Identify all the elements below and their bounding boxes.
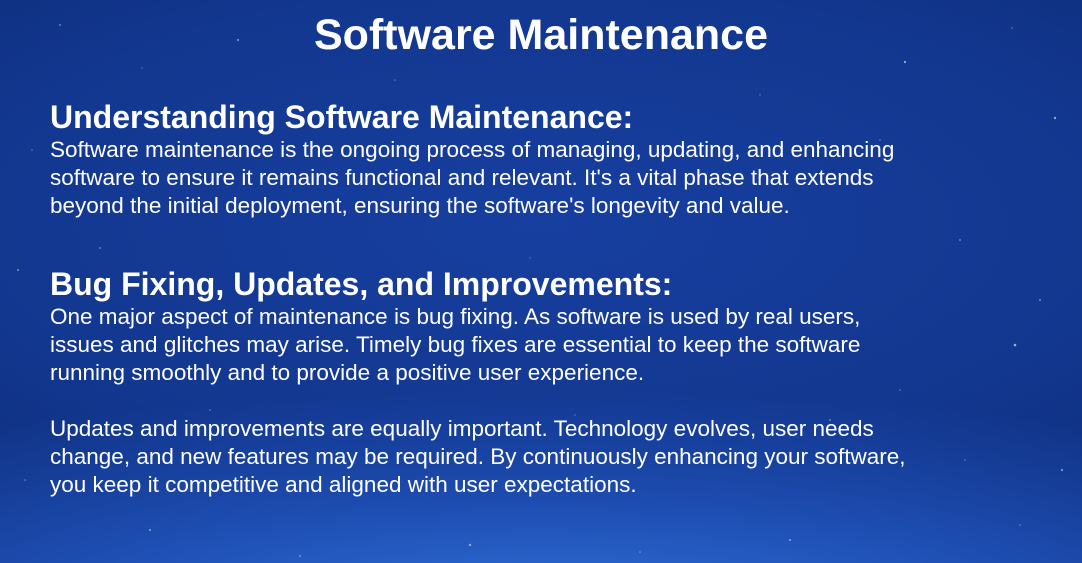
- section-heading: Understanding Software Maintenance:: [50, 99, 634, 135]
- paragraph-line: running smoothly and to provide a positi…: [50, 360, 645, 385]
- paragraph-line: you keep it competitive and aligned with…: [50, 472, 637, 497]
- paragraph-line: One major aspect of maintenance is bug f…: [50, 304, 861, 329]
- paragraph-line: change, and new features may be required…: [50, 444, 906, 469]
- section-paragraph: One major aspect of maintenance is bug f…: [50, 303, 1060, 387]
- section-paragraph: Software maintenance is the ongoing proc…: [50, 136, 1060, 220]
- paragraph-line: Software maintenance is the ongoing proc…: [50, 137, 895, 162]
- section-paragraph: Updates and improvements are equally imp…: [50, 415, 1060, 499]
- section-bug-fixing-updates: Bug Fixing, Updates, and Improvements: O…: [50, 265, 1060, 499]
- paragraph-line: beyond the initial deployment, ensuring …: [50, 193, 790, 218]
- paragraph-line: Updates and improvements are equally imp…: [50, 416, 874, 441]
- page-title: Software Maintenance: [314, 11, 768, 59]
- section-heading: Bug Fixing, Updates, and Improvements:: [50, 266, 673, 302]
- paragraph-line: software to ensure it remains functional…: [50, 165, 874, 190]
- section-understanding-maintenance: Understanding Software Maintenance: Soft…: [50, 98, 1060, 220]
- paragraph-line: issues and glitches may arise. Timely bu…: [50, 332, 861, 357]
